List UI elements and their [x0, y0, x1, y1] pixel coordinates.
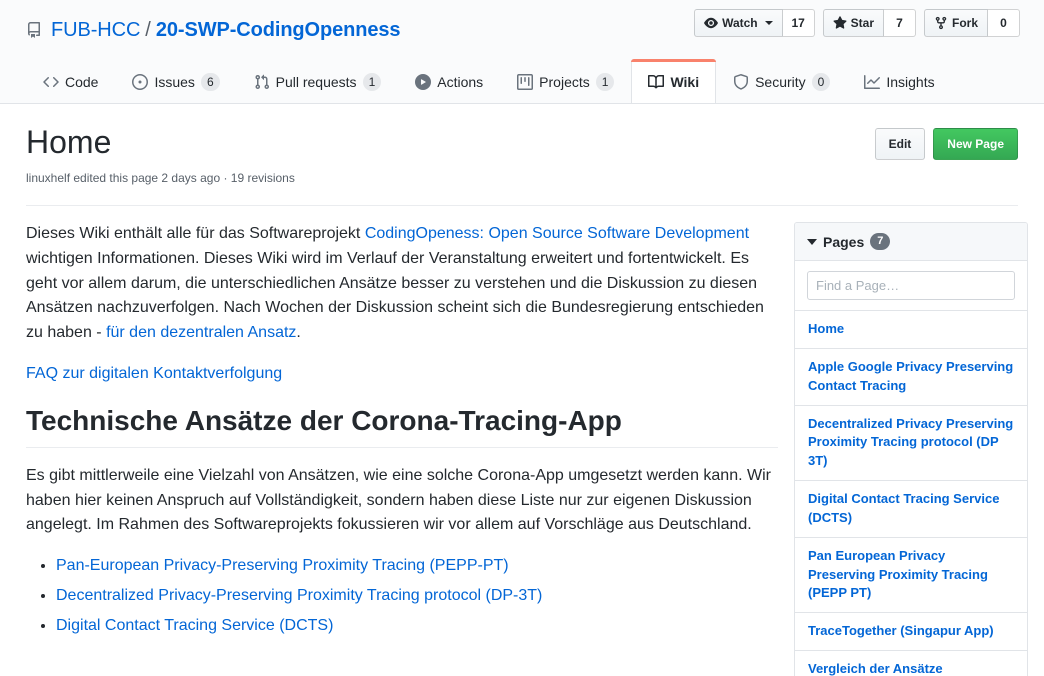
- dezentraler-ansatz-link[interactable]: für den dezentralen Ansatz: [106, 324, 296, 341]
- fork-button[interactable]: Fork: [924, 9, 988, 37]
- tab-projects-count: 1: [596, 73, 615, 91]
- breadcrumb-separator: /: [145, 19, 151, 42]
- tab-issues-label: Issues: [154, 74, 194, 90]
- pages-panel-header[interactable]: Pages 7: [795, 223, 1027, 261]
- tab-actions-label: Actions: [437, 74, 483, 90]
- intro-text-1: Dieses Wiki enthält alle für das Softwar…: [26, 225, 365, 242]
- repo-header: FUB-HCC / 20-SWP-CodingOpenness Watch 17…: [0, 0, 1044, 104]
- page-link-dp3t[interactable]: Decentralized Privacy Preserving Proximi…: [795, 406, 1027, 482]
- star-icon: [833, 16, 847, 30]
- tab-security-label: Security: [755, 74, 806, 90]
- code-icon: [43, 74, 59, 90]
- approaches-list: Pan-European Privacy-Preserving Proximit…: [26, 554, 778, 638]
- wiki-header: Home linuxhelf edited this page 2 days a…: [26, 104, 1018, 185]
- page-link-apple-google[interactable]: Apple Google Privacy Preserving Contact …: [795, 349, 1027, 406]
- pages-panel: Pages 7 Home Apple Google Privacy Preser…: [794, 222, 1028, 676]
- issue-opened-icon: [132, 74, 148, 90]
- tab-wiki-label: Wiki: [670, 74, 699, 90]
- wiki-sidebar: Pages 7 Home Apple Google Privacy Preser…: [794, 222, 1028, 676]
- git-pull-request-icon: [254, 74, 270, 90]
- tab-pull-requests-label: Pull requests: [276, 74, 357, 90]
- pages-count-badge: 7: [870, 233, 890, 250]
- intro-text-3: .: [296, 324, 300, 341]
- page-link-pepp-pt[interactable]: Pan European Privacy Preserving Proximit…: [795, 538, 1027, 614]
- fork-count[interactable]: 0: [988, 9, 1020, 37]
- page-link-dcts[interactable]: Digital Contact Tracing Service (DCTS): [795, 481, 1027, 538]
- tab-issues[interactable]: Issues 6: [115, 59, 236, 103]
- watch-button-group[interactable]: Watch 17: [694, 9, 815, 37]
- watch-count[interactable]: 17: [783, 9, 815, 37]
- link-dcts[interactable]: Digital Contact Tracing Service (DCTS): [56, 617, 333, 634]
- breadcrumb-owner-link[interactable]: FUB-HCC: [51, 19, 140, 42]
- project-icon: [517, 74, 533, 90]
- watch-label: Watch: [722, 16, 758, 30]
- faq-link[interactable]: FAQ zur digitalen Kontaktverfolgung: [26, 365, 282, 382]
- page-link-home[interactable]: Home: [795, 311, 1027, 349]
- list-item: Digital Contact Tracing Service (DCTS): [56, 614, 778, 639]
- breadcrumb-repo-link[interactable]: 20-SWP-CodingOpenness: [156, 19, 401, 42]
- fork-button-group[interactable]: Fork 0: [924, 9, 1020, 37]
- coding-openness-link[interactable]: CodingOpeness: Open Source Software Deve…: [365, 225, 749, 242]
- find-a-page-input[interactable]: [807, 271, 1015, 300]
- wiki-body: Dieses Wiki enthält alle für das Softwar…: [26, 206, 1018, 676]
- watch-button[interactable]: Watch: [694, 9, 783, 37]
- edit-button[interactable]: Edit: [875, 128, 926, 160]
- book-icon: [648, 74, 664, 90]
- tab-projects-label: Projects: [539, 74, 590, 90]
- fork-icon: [934, 16, 948, 30]
- tab-actions[interactable]: Actions: [398, 59, 500, 103]
- section-heading: Technische Ansätze der Corona-Tracing-Ap…: [26, 403, 778, 448]
- intro-paragraph: Dieses Wiki enthält alle für das Softwar…: [26, 222, 778, 346]
- page-link-tracetogether[interactable]: TraceTogether (Singapur App): [795, 613, 1027, 651]
- pages-label: Pages: [823, 234, 864, 250]
- star-button[interactable]: Star: [823, 9, 884, 37]
- star-count[interactable]: 7: [884, 9, 916, 37]
- wiki-content: Dieses Wiki enthält alle für das Softwar…: [26, 222, 778, 676]
- list-item: Pan-European Privacy-Preserving Proximit…: [56, 554, 778, 579]
- chevron-down-icon: [765, 21, 773, 25]
- repo-book-icon: [26, 22, 42, 38]
- tab-pull-requests-count: 1: [363, 73, 382, 91]
- tab-projects[interactable]: Projects 1: [500, 59, 631, 103]
- wiki-header-actions: Edit New Page: [875, 122, 1018, 160]
- link-dp-3t[interactable]: Decentralized Privacy-Preserving Proximi…: [56, 587, 542, 604]
- pages-filter: [795, 261, 1027, 311]
- wiki-title-block: Home linuxhelf edited this page 2 days a…: [26, 122, 295, 185]
- repo-actions: Watch 17 Star 7 Fork 0: [694, 9, 1020, 37]
- shield-icon: [733, 74, 749, 90]
- tab-security-count: 0: [812, 73, 831, 91]
- page-meta: linuxhelf edited this page 2 days ago · …: [26, 171, 295, 185]
- new-page-button[interactable]: New Page: [933, 128, 1018, 160]
- link-pepp-pt[interactable]: Pan-European Privacy-Preserving Proximit…: [56, 557, 509, 574]
- tab-code-label: Code: [65, 74, 98, 90]
- tab-insights-label: Insights: [886, 74, 934, 90]
- star-button-group[interactable]: Star 7: [823, 9, 916, 37]
- repo-nav-tabs: Code Issues 6 Pull requests 1 Actions Pr…: [26, 58, 1018, 103]
- page-title: Home: [26, 122, 295, 162]
- tab-code[interactable]: Code: [26, 59, 115, 103]
- tab-security[interactable]: Security 0: [716, 59, 847, 103]
- graph-icon: [864, 74, 880, 90]
- list-item: Decentralized Privacy-Preserving Proximi…: [56, 584, 778, 609]
- page-link-vergleich[interactable]: Vergleich der Ansätze: [795, 651, 1027, 676]
- wiki-page: Home linuxhelf edited this page 2 days a…: [0, 104, 1044, 676]
- tab-insights[interactable]: Insights: [847, 59, 951, 103]
- faq-paragraph: FAQ zur digitalen Kontaktverfolgung: [26, 362, 778, 387]
- eye-icon: [704, 16, 718, 30]
- tab-pull-requests[interactable]: Pull requests 1: [237, 59, 399, 103]
- play-icon: [415, 74, 431, 90]
- section-paragraph: Es gibt mittlerweile eine Vielzahl von A…: [26, 464, 778, 538]
- tab-issues-count: 6: [201, 73, 220, 91]
- tab-wiki[interactable]: Wiki: [631, 59, 716, 103]
- star-label: Star: [851, 16, 874, 30]
- triangle-down-icon: [807, 239, 817, 245]
- fork-label: Fork: [952, 16, 978, 30]
